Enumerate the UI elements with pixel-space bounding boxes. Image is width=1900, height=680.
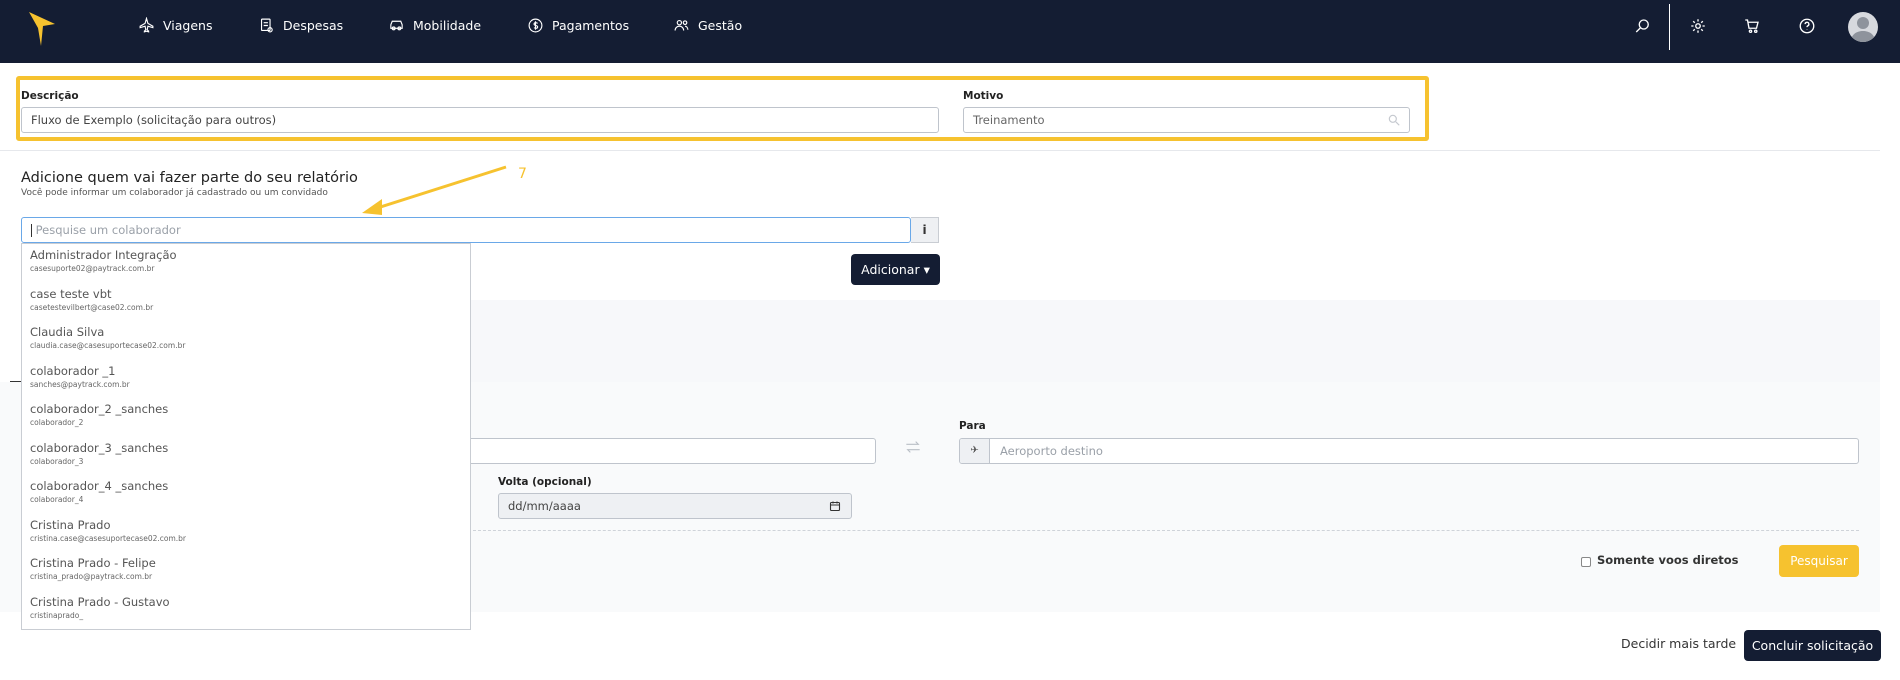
collaborator-email: casesuporte02@paytrack.com.br [30, 264, 155, 273]
nav-mobilidade[interactable]: Mobilidade [388, 0, 481, 50]
collaborator-name: case teste vbt [30, 287, 112, 301]
direct-flights-label: Somente voos diretos [1597, 553, 1739, 567]
collaborator-dropdown: Administrador Integração casesuporte02@pa… [21, 243, 471, 630]
plane-icon [139, 16, 154, 33]
nav-despesas[interactable]: Despesas [258, 0, 343, 50]
collaborator-name: colaborador _1 [30, 364, 116, 378]
list-item[interactable]: colaborador _1 sanches@paytrack.com.br [30, 364, 130, 389]
descricao-field[interactable]: Fluxo de Exemplo (solicitação para outro… [21, 107, 939, 133]
annotation-number: 7 [518, 166, 527, 182]
list-item[interactable]: Cristina Prado cristina.case@casesuportec… [30, 518, 186, 543]
submit-request-button[interactable]: Concluir solicitação [1744, 630, 1881, 661]
dashed-divider [468, 530, 1859, 531]
collaborator-email: claudia.case@casesuportecase02.com.br [30, 341, 186, 350]
collaborator-email: sanches@paytrack.com.br [30, 380, 130, 389]
annotation-arrow [362, 165, 507, 215]
collaborator-email: cristina.case@casesuportecase02.com.br [30, 534, 187, 543]
direct-flights-checkbox[interactable] [1581, 557, 1591, 567]
destination-placeholder: Aeroporto destino [1000, 444, 1103, 458]
help-icon[interactable] [1797, 16, 1817, 36]
collaborator-email: colaborador_2 [30, 418, 84, 427]
collaborator-email: colaborador_3 [30, 457, 84, 466]
collaborator-name: Administrador Integração [30, 248, 177, 262]
destination-field[interactable]: ✈ Aeroporto destino [959, 438, 1859, 464]
collaborator-name: Claudia Silva [30, 325, 105, 339]
nav-pagamentos-label: Pagamentos [552, 17, 630, 33]
calendar-icon[interactable] [829, 500, 841, 512]
return-date-value: dd/mm/aaaa [508, 499, 581, 513]
collaborator-name: Cristina Prado - Felipe [30, 556, 156, 570]
return-date-field[interactable]: dd/mm/aaaa [498, 493, 852, 519]
nav-viagens[interactable]: Viagens [138, 0, 212, 50]
collaborator-email: colaborador_4 [30, 495, 84, 504]
collaborator-email: cristinaprado_ [30, 611, 84, 620]
decide-later-link[interactable]: Decidir mais tarde [1621, 636, 1736, 651]
list-item[interactable]: Administrador Integração casesuporte02@pa… [30, 248, 177, 273]
nav-mobilidade-label: Mobilidade [413, 17, 482, 33]
receipt-icon [260, 18, 273, 32]
top-navbar: Viagens Despesas Mobilidade Pagamentos G… [0, 0, 1900, 63]
plane-landing-icon: ✈ [960, 439, 990, 463]
volta-label: Volta (opcional) [498, 476, 592, 488]
nav-despesas-label: Despesas [283, 17, 344, 33]
collaborator-search-input[interactable]: Pesquise um colaborador [21, 217, 911, 243]
list-item[interactable]: colaborador_4 _sanches colaborador_4 [30, 479, 168, 504]
motivo-value: Treinamento [973, 113, 1045, 127]
collaborator-name: colaborador_3 _sanches [30, 441, 169, 455]
toolbar-divider [1669, 4, 1670, 50]
logo-icon[interactable] [29, 12, 55, 46]
nav-viagens-label: Viagens [163, 17, 213, 33]
participants-title: Adicione quem vai fazer parte do seu rel… [21, 170, 358, 186]
descricao-label: Descrição [21, 90, 79, 102]
motivo-field[interactable]: Treinamento [963, 107, 1410, 133]
list-item[interactable]: Cristina Prado - Gustavo cristinaprado_ [30, 595, 170, 620]
participants-subtitle: Você pode informar um colaborador já cad… [21, 188, 328, 198]
dollar-circle-icon [528, 18, 543, 32]
divider [0, 150, 1880, 151]
nav-pagamentos[interactable]: Pagamentos [527, 0, 629, 50]
collaborator-name: colaborador_4 _sanches [30, 479, 169, 493]
users-icon [674, 19, 689, 31]
nav-gestao-label: Gestão [698, 17, 743, 33]
para-label: Para [959, 420, 986, 432]
tabs-panel [468, 300, 1880, 382]
list-item[interactable]: colaborador_3 _sanches colaborador_3 [30, 441, 168, 466]
list-item[interactable]: Claudia Silva claudia.case@casesuportecas… [30, 325, 185, 350]
search-icon[interactable] [1633, 16, 1653, 36]
gear-icon[interactable] [1688, 16, 1708, 36]
swap-icon[interactable] [905, 440, 921, 454]
collaborator-name: Cristina Prado [30, 518, 111, 532]
text-cursor [31, 224, 32, 237]
motivo-label: Motivo [963, 90, 1004, 102]
cart-icon[interactable] [1742, 16, 1762, 36]
collaborator-email: cristina_prado@paytrack.com.br [30, 572, 153, 581]
origin-field[interactable] [468, 438, 876, 464]
avatar[interactable] [1848, 12, 1878, 42]
search-icon [1388, 114, 1400, 126]
nav-gestao[interactable]: Gestão [673, 0, 742, 50]
collaborator-search-placeholder: Pesquise um colaborador [35, 223, 181, 237]
search-flights-button[interactable]: Pesquisar [1779, 545, 1859, 577]
add-button[interactable]: Adicionar ▾ [851, 254, 940, 285]
collaborator-name: Cristina Prado - Gustavo [30, 595, 170, 609]
list-item[interactable]: case teste vbt casetestevilbert@case02.co… [30, 287, 153, 312]
collaborator-email: casetestevilbert@case02.com.br [30, 303, 154, 312]
collaborator-name: colaborador_2 _sanches [30, 402, 169, 416]
list-item[interactable]: colaborador_2 _sanches colaborador_2 [30, 402, 168, 427]
car-icon [390, 20, 403, 30]
list-item[interactable]: Cristina Prado - Felipe cristina_prado@pa… [30, 556, 156, 581]
info-button[interactable]: i [911, 217, 939, 243]
